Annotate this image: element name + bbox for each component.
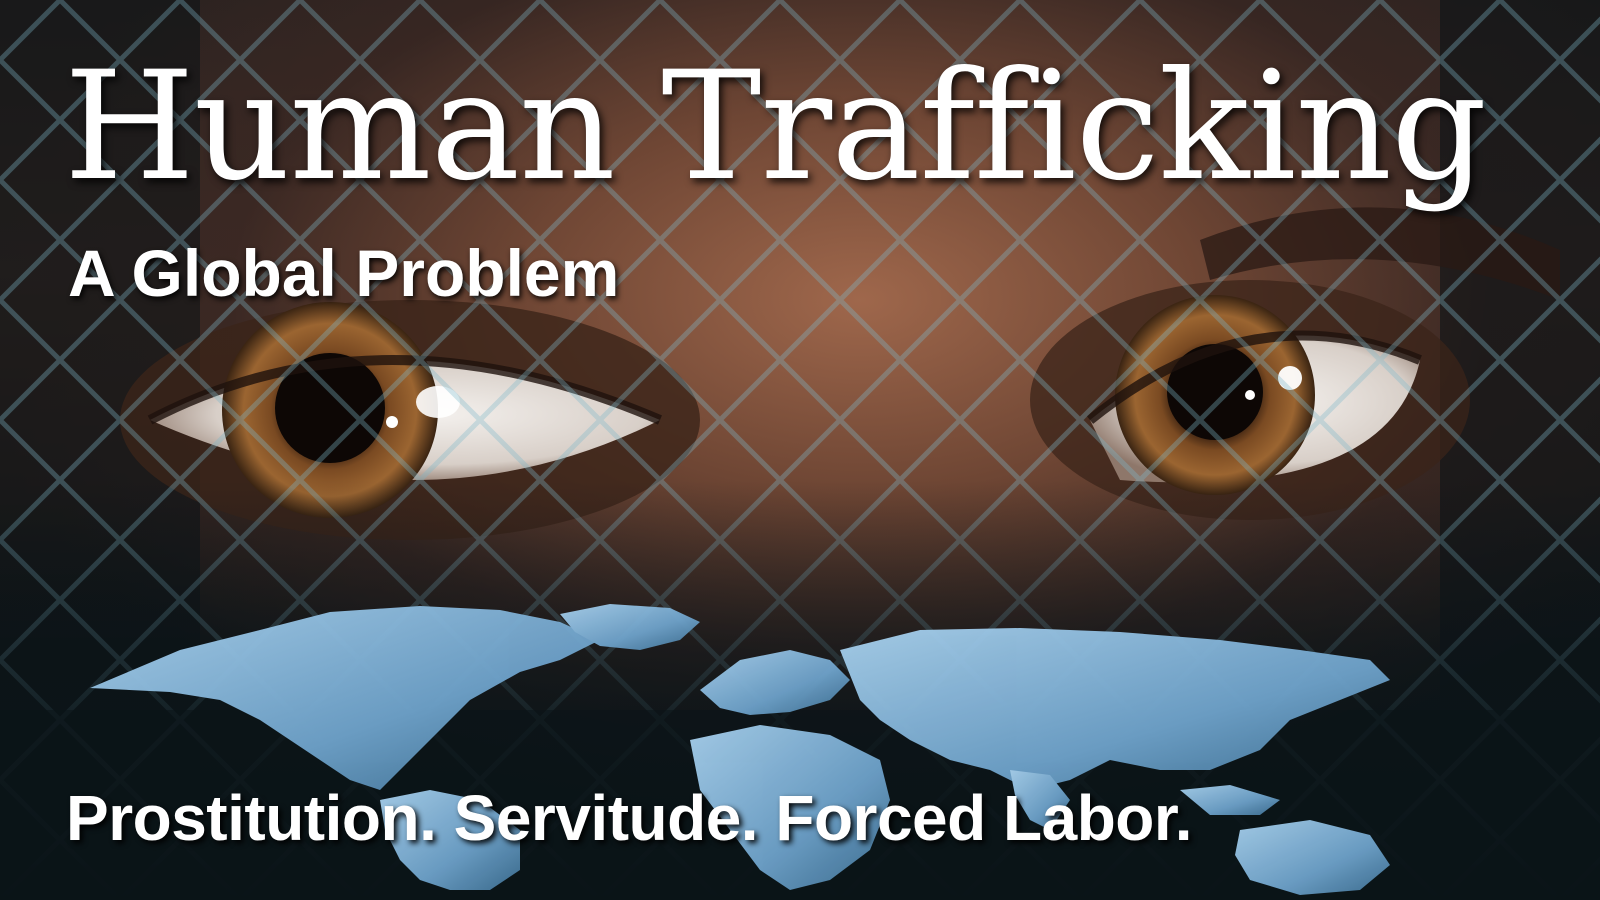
- poster-tagline: Prostitution. Servitude. Forced Labor.: [66, 782, 1193, 854]
- poster: Human Trafficking A Global Problem Prost…: [0, 0, 1600, 900]
- poster-title: Human Trafficking: [64, 40, 1487, 214]
- poster-subtitle: A Global Problem: [68, 236, 620, 310]
